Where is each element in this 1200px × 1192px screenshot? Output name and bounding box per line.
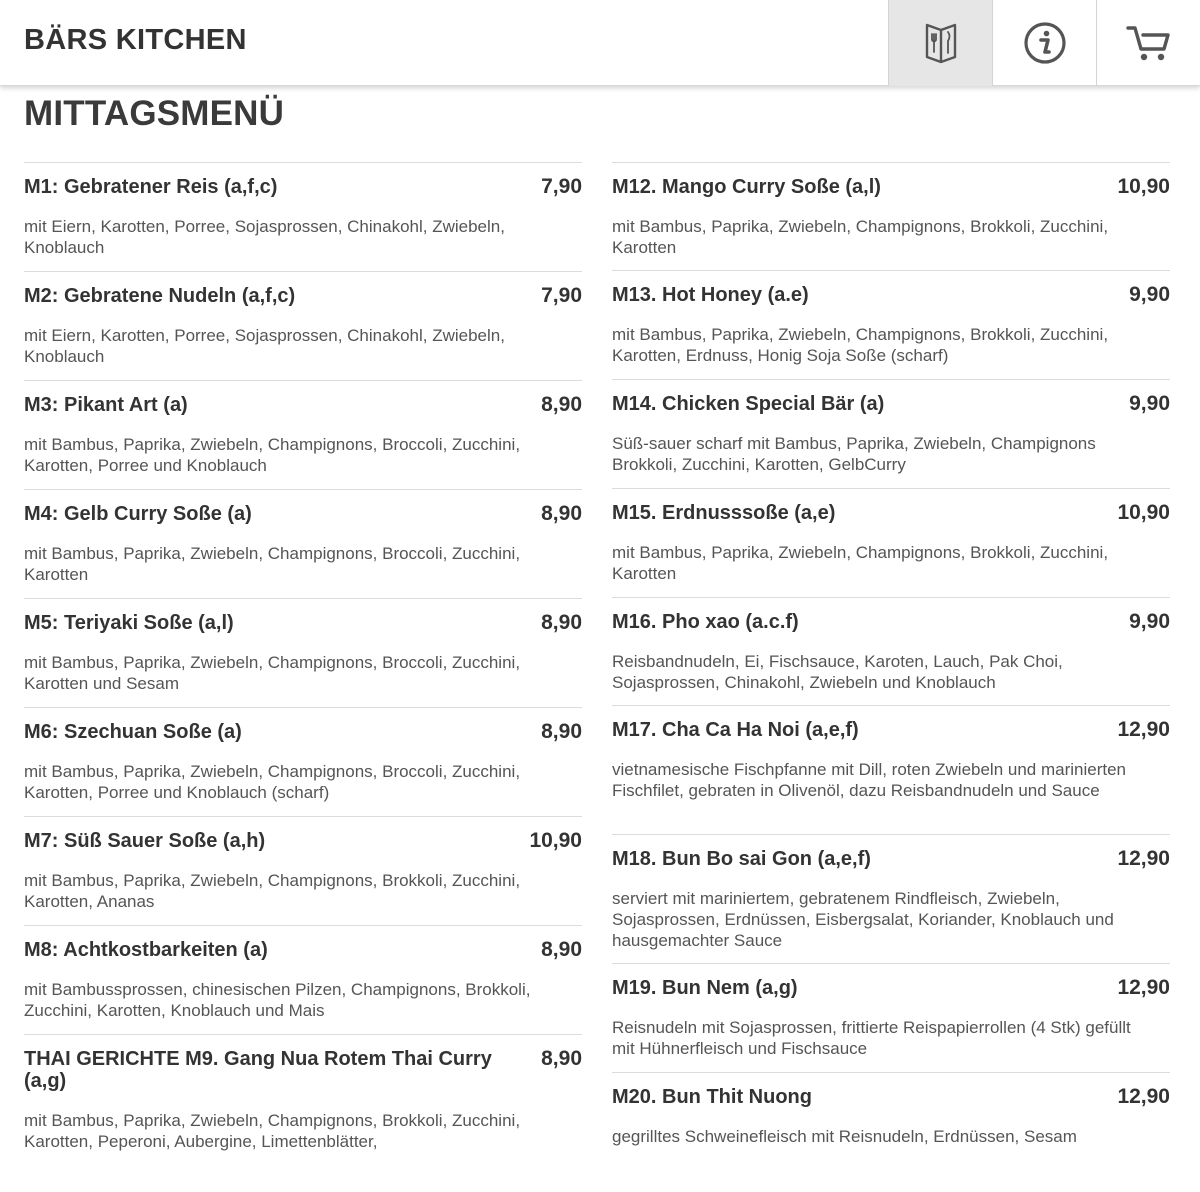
menu-item[interactable]: M6: Szechuan Soße (a) 8,90 mit Bambus, Pap… [24,707,582,816]
page-title: MITTAGSMENÜ [24,94,285,133]
menu-item-description: vietnamesische Fischpfanne mit Dill, rot… [612,760,1127,800]
menu-item-price: 9,90 [1129,610,1170,633]
menu-item-name: M4: Gelb Curry Soße (a) [24,503,252,525]
menu-item-name: M8: Achtkostbarkeiten (a) [24,939,268,961]
menu-item-price: 12,90 [1117,976,1170,999]
menu-item-price: 9,90 [1129,392,1170,415]
menu-item-price: 12,90 [1117,718,1170,741]
menu-button[interactable] [888,0,992,86]
menu-item[interactable]: M7: Süß Sauer Soße (a,h) 10,90 mit Bambus,… [24,816,582,925]
menu-item-price: 8,90 [541,502,582,525]
menu-item[interactable]: M15. Erdnusssoße (a,e) 10,90 mit Bambus, P… [612,488,1170,597]
menu-item-name: M7: Süß Sauer Soße (a,h) [24,830,266,852]
menu-item-description: mit Bambussprossen, chinesischen Pilzen,… [24,980,531,1020]
menu-item-price: 8,90 [541,938,582,961]
menu-item-name: M14. Chicken Special Bär (a) [612,393,885,415]
menu-item-name: THAI GERICHTE M9. Gang Nua Rotem Thai Cu… [24,1048,492,1092]
menu-item[interactable]: M16. Pho xao (a.c.f) 9,90 Reisbandnudeln, … [612,597,1170,705]
menu-item-description: mit Eiern, Karotten, Porree, Sojasprosse… [24,217,505,257]
menu-item[interactable]: M8: Achtkostbarkeiten (a) 8,90 mit Bambuss… [24,925,582,1034]
menu-item-description: gegrilltes Schweinefleisch mit Reisnudel… [612,1127,1077,1146]
menu-item-description: mit Bambus, Paprika, Zwiebeln, Champigno… [24,762,521,802]
menu-item-name: M5: Teriyaki Soße (a,l) [24,612,234,634]
info-icon [1023,22,1066,64]
cart-icon [1125,26,1170,61]
menu-item-description: mit Eiern, Karotten, Porree, Sojasprosse… [24,326,505,366]
menu-item-description: serviert mit mariniertem, gebratenem Rin… [612,889,1114,950]
info-button[interactable] [992,0,1096,86]
menu-item-price: 8,90 [541,1047,582,1070]
menu-item-price: 10,90 [1117,501,1170,524]
menu-item-price: 10,90 [1117,175,1170,198]
menu-item-description: Reisnudeln mit Sojasprossen, frittierte … [612,1018,1131,1058]
menu-item-price: 10,90 [529,829,582,852]
menu-item-description: mit Bambus, Paprika, Zwiebeln, Champigno… [612,543,1109,583]
menu-item[interactable]: M20. Bun Thit Nuong 12,90 gegrilltes Schwe… [612,1072,1170,1192]
menu-item-name: M6: Szechuan Soße (a) [24,721,242,743]
menu-item[interactable]: M18. Bun Bo sai Gon (a,e,f) 12,90 serviert… [612,834,1170,963]
menu-item-price: 12,90 [1117,1085,1170,1108]
menu-item-description: mit Bambus, Paprika, Zwiebeln, Champigno… [612,325,1109,365]
menu-item-name: M2: Gebratene Nudeln (a,f,c) [24,285,296,307]
menu-item[interactable]: THAI GERICHTE M9. Gang Nua Rotem Thai Cu… [24,1034,582,1154]
menu-item-name: M19. Bun Nem (a,g) [612,977,798,999]
menu-item-name: M18. Bun Bo sai Gon (a,e,f) [612,848,871,870]
menu-item-price: 8,90 [541,720,582,743]
menu-item-name: M1: Gebratener Reis (a,f,c) [24,176,278,198]
menu-item[interactable]: M3: Pikant Art (a) 8,90 mit Bambus, Paprik… [24,380,582,489]
menu-item-description: mit Bambus, Paprika, Zwiebeln, Champigno… [612,217,1109,257]
menu-item-description: mit Bambus, Paprika, Zwiebeln, Champigno… [24,871,521,911]
menu-item-description: mit Bambus, Paprika, Zwiebeln, Champigno… [24,1111,521,1151]
menu-item-price: 7,90 [541,175,582,198]
menu-book-icon [925,23,956,64]
menu-item-price: 12,90 [1117,847,1170,870]
menu-item-description: Reisbandnudeln, Ei, Fischsauce, Karoten,… [612,652,1063,692]
menu-item[interactable]: M12. Mango Curry Soße (a,l) 10,90 mit Bamb… [612,162,1170,270]
cart-button[interactable] [1096,0,1200,86]
menu-item[interactable]: M5: Teriyaki Soße (a,l) 8,90 mit Bambus, P… [24,598,582,707]
menu-item-name: M12. Mango Curry Soße (a,l) [612,176,881,198]
menu-item[interactable]: M17. Cha Ca Ha Noi (a,e,f) 12,90 vietnames… [612,705,1170,834]
menu-item-name: M16. Pho xao (a.c.f) [612,611,799,633]
menu-item-description: Süß-sauer scharf mit Bambus, Paprika, Zw… [612,434,1096,474]
app-header: BÄRS KITCHEN [0,0,1200,86]
menu-item-price: 8,90 [541,393,582,416]
menu-item[interactable]: M13. Hot Honey (a.e) 9,90 mit Bambus, Papr… [612,270,1170,379]
menu-item-name: M3: Pikant Art (a) [24,394,188,416]
menu-item-description: mit Bambus, Paprika, Zwiebeln, Champigno… [24,544,521,584]
menu-item-price: 8,90 [541,611,582,634]
menu-item-name: M17. Cha Ca Ha Noi (a,e,f) [612,719,859,741]
menu-item[interactable]: M1: Gebratener Reis (a,f,c) 7,90 mit Eiern… [24,162,582,271]
menu-item[interactable]: M14. Chicken Special Bär (a) 9,90 Süß-saue… [612,379,1170,488]
menu-item-name: M13. Hot Honey (a.e) [612,284,809,306]
menu-item[interactable]: M4: Gelb Curry Soße (a) 8,90 mit Bambus, P… [24,489,582,598]
menu-item-price: 9,90 [1129,283,1170,306]
menu-item-description: mit Bambus, Paprika, Zwiebeln, Champigno… [24,435,521,475]
menu-item-description: mit Bambus, Paprika, Zwiebeln, Champigno… [24,653,521,693]
menu-item[interactable]: M19. Bun Nem (a,g) 12,90 Reisnudeln mit So… [612,963,1170,1072]
menu-item-name: M20. Bun Thit Nuong [612,1086,812,1108]
menu-item-name: M15. Erdnusssoße (a,e) [612,502,836,524]
menu-item-price: 7,90 [541,284,582,307]
brand-title[interactable]: BÄRS KITCHEN [24,24,247,57]
menu-item[interactable]: M2: Gebratene Nudeln (a,f,c) 7,90 mit Eier… [24,271,582,380]
